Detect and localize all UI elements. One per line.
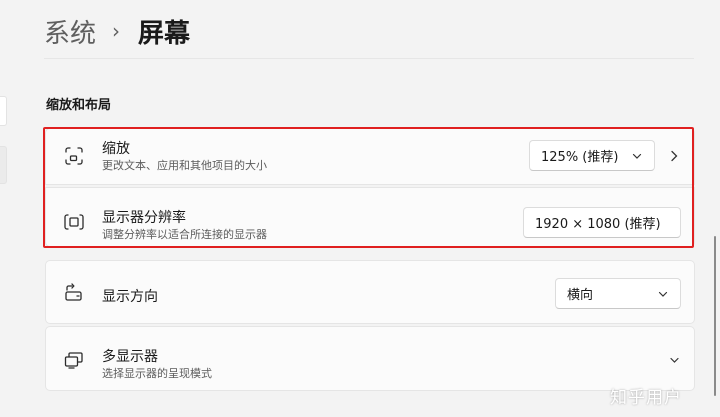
scale-title: 缩放 — [102, 141, 130, 157]
section-title: 缩放和布局 — [46, 98, 112, 113]
scale-icon — [63, 145, 85, 167]
multi-display-setting-row[interactable]: 多显示器 选择显示器的呈现模式 — [45, 326, 695, 391]
nav-pane-edge — [0, 0, 8, 417]
orientation-dropdown[interactable]: 横向 — [555, 278, 681, 309]
vertical-scrollbar[interactable] — [714, 236, 716, 396]
resolution-dropdown[interactable]: 1920 × 1080 (推荐) — [523, 207, 681, 238]
resolution-subtitle: 调整分辨率以适合所连接的显示器 — [102, 228, 267, 241]
scale-subtitle: 更改文本、应用和其他项目的大小 — [102, 159, 267, 172]
chevron-down-icon[interactable] — [669, 355, 680, 365]
resolution-title: 显示器分辨率 — [102, 210, 186, 226]
breadcrumb: 系统 › 屏幕 — [44, 12, 190, 50]
breadcrumb-parent-link[interactable]: 系统 — [44, 13, 96, 50]
chevron-down-icon — [658, 291, 668, 297]
watermark-text: 知乎用户 — [610, 388, 682, 408]
orientation-title: 显示方向 — [102, 289, 158, 305]
orientation-icon — [63, 282, 85, 304]
resolution-setting-row[interactable]: 显示器分辨率 调整分辨率以适合所连接的显示器 1920 × 1080 (推荐) — [45, 187, 695, 247]
page-title: 屏幕 — [138, 18, 191, 49]
multi-display-subtitle: 选择显示器的呈现模式 — [102, 367, 212, 380]
multi-display-icon — [63, 349, 85, 371]
nav-item-fragment-selected[interactable] — [0, 146, 7, 184]
orientation-dropdown-value: 横向 — [567, 288, 594, 303]
chevron-down-icon — [632, 153, 642, 159]
multi-display-title: 多显示器 — [102, 349, 158, 365]
scale-dropdown[interactable]: 125% (推荐) — [529, 140, 655, 171]
scale-setting-row[interactable]: 缩放 更改文本、应用和其他项目的大小 125% (推荐) — [45, 128, 695, 185]
scale-dropdown-value: 125% (推荐) — [541, 150, 619, 165]
resolution-dropdown-value: 1920 × 1080 (推荐) — [535, 217, 661, 232]
resolution-icon — [63, 211, 85, 233]
orientation-setting-row[interactable]: 显示方向 横向 — [45, 260, 695, 324]
breadcrumb-separator: › — [112, 19, 121, 43]
header-divider — [44, 58, 694, 59]
chevron-right-icon[interactable] — [669, 150, 679, 162]
nav-item-fragment[interactable] — [0, 96, 7, 126]
